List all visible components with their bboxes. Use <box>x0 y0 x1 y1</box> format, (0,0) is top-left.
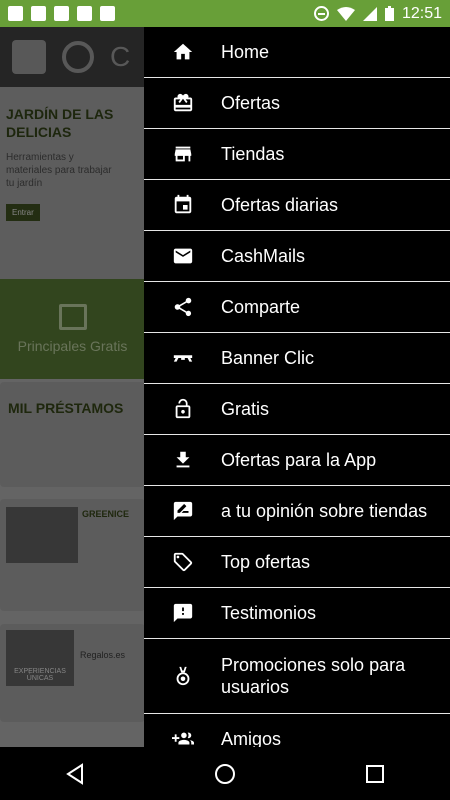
menu-item-cashmails[interactable]: CashMails <box>144 231 450 282</box>
system-navigation-bar <box>0 747 450 800</box>
tag-icon <box>144 551 221 573</box>
recents-icon[interactable] <box>364 763 386 785</box>
menu-item-label: Top ofertas <box>221 552 311 572</box>
menu-item-promociones[interactable]: Promociones solo para usuarios <box>144 639 450 714</box>
clock: 12:51 <box>401 4 442 22</box>
battery-icon <box>384 6 394 21</box>
menu-item-label: Ofertas <box>221 93 281 113</box>
mail-icon <box>144 245 221 267</box>
notification-icons <box>8 6 115 21</box>
menu-item-opinion-tiendas[interactable]: a tu opinión sobre tiendas <box>144 486 450 537</box>
menu-item-label: Home <box>221 42 270 62</box>
store-icon <box>144 143 221 165</box>
menu-item-top-ofertas[interactable]: Top ofertas <box>144 537 450 588</box>
n-notification-icon <box>31 6 46 21</box>
menu-item-banner-clic[interactable]: Banner Clic <box>144 333 450 384</box>
group-add-icon <box>144 728 221 747</box>
menu-item-ofertas-app[interactable]: Ofertas para la App <box>144 435 450 486</box>
medal-icon <box>144 665 221 687</box>
menu-item-label: Gratis <box>221 399 270 419</box>
home-icon <box>144 41 221 63</box>
menu-item-label: Ofertas diarias <box>221 195 339 215</box>
menu-item-ofertas-diarias[interactable]: Ofertas diarias <box>144 180 450 231</box>
menu-item-label: Promociones solo para usuarios <box>221 655 406 697</box>
menu-item-label: Tiendas <box>221 144 285 164</box>
menu-item-label: CashMails <box>221 246 306 266</box>
home-button-icon[interactable] <box>214 763 236 785</box>
back-icon[interactable] <box>64 762 86 785</box>
do-not-disturb-icon <box>313 6 329 21</box>
clipboard-notification-icon <box>100 6 115 21</box>
feedback-icon <box>144 602 221 624</box>
menu-item-home[interactable]: Home <box>144 27 450 78</box>
mail-notification-icon <box>8 6 23 21</box>
share-icon <box>144 296 221 318</box>
menu-item-label: Ofertas para la App <box>221 450 377 470</box>
system-icons: 12:51 <box>313 4 442 23</box>
phone-notification-icon <box>77 6 92 21</box>
card-giftcard-icon <box>144 92 221 114</box>
menu-item-amigos[interactable]: Amigos <box>144 714 450 747</box>
menu-item-tiendas[interactable]: Tiendas <box>144 129 450 180</box>
wifi-icon <box>336 6 355 21</box>
feedback-edit-icon <box>144 500 221 522</box>
status-bar: 12:51 <box>0 0 450 27</box>
signal-icon <box>362 6 377 21</box>
lock-open-icon <box>144 398 221 420</box>
menu-item-label: a tu opinión sobre tiendas <box>221 501 428 521</box>
menu-item-label: Amigos <box>221 729 282 747</box>
navigation-drawer: Home Ofertas Tiendas Ofertas diarias Cas… <box>144 27 450 747</box>
menu-item-comparte[interactable]: Comparte <box>144 282 450 333</box>
menu-item-label: Banner Clic <box>221 348 315 368</box>
image-notification-icon <box>54 6 69 21</box>
menu-item-ofertas[interactable]: Ofertas <box>144 78 450 129</box>
download-icon <box>144 449 221 471</box>
menu-item-label: Comparte <box>221 297 301 317</box>
banner-icon <box>144 347 221 369</box>
menu-item-gratis[interactable]: Gratis <box>144 384 450 435</box>
menu-item-label: Testimonios <box>221 603 317 623</box>
calendar-icon <box>144 194 221 216</box>
menu-item-testimonios[interactable]: Testimonios <box>144 588 450 639</box>
